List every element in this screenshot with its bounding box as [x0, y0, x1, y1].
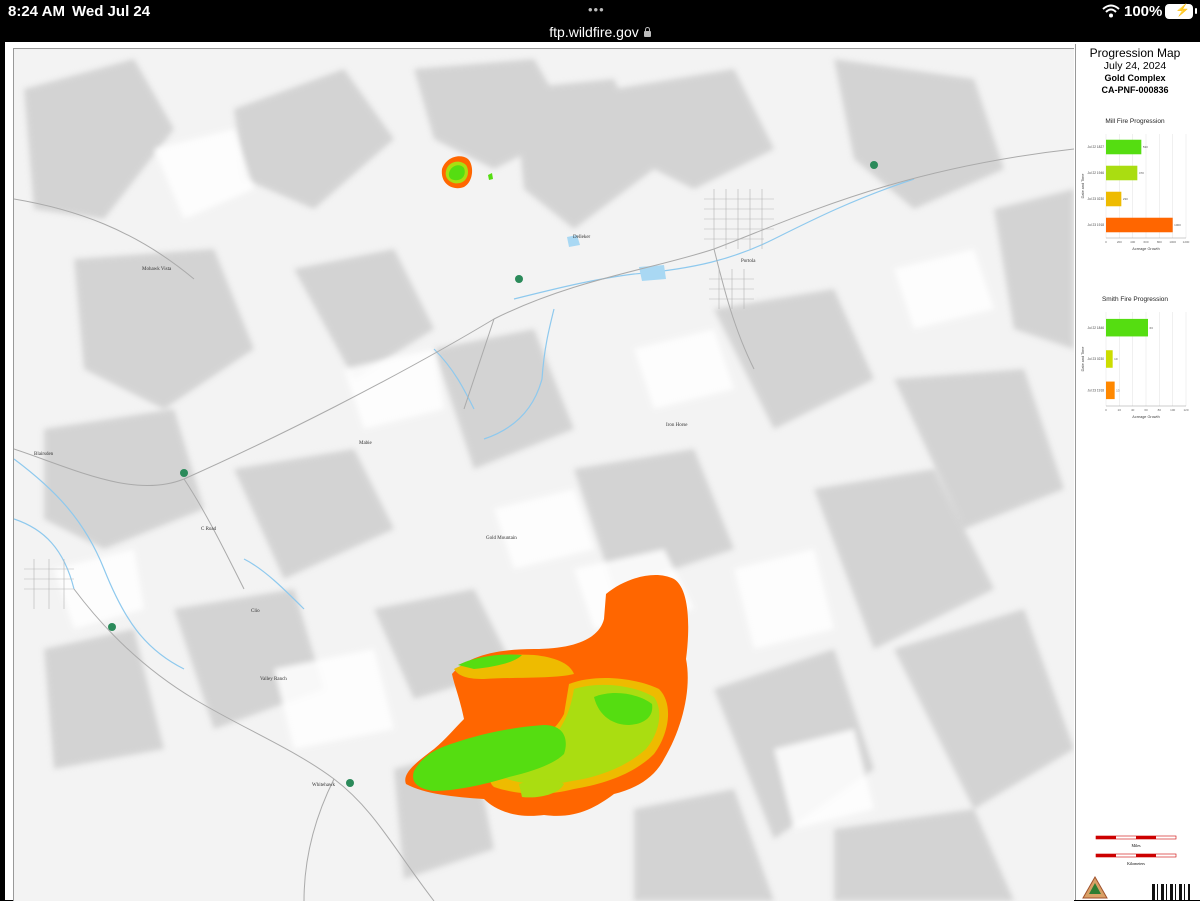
bar [1106, 318, 1148, 337]
category-label: Jul 22 1827 [1088, 145, 1105, 149]
place-label: Whitehawk [312, 783, 336, 788]
value-label: 1000 [1174, 223, 1181, 227]
qr-code-icon [1152, 884, 1190, 900]
url-text[interactable]: ftp.wildfire.gov [549, 24, 638, 40]
place-label: Portola [741, 259, 756, 264]
tick-label: 20 [1118, 408, 1122, 412]
tick-label: 40 [1131, 408, 1135, 412]
lakes [567, 235, 666, 281]
agency-logo-icon [1082, 876, 1108, 899]
smith-fire-chart: Jul 22 1846 63 Jul 23 0230 10 Jul 23 1918 13 0… [1081, 312, 1189, 419]
value-label: 470 [1139, 171, 1144, 175]
value-label: 230 [1123, 197, 1128, 201]
legend-incident-id: CA-PNF-000836 [1101, 85, 1169, 95]
bar [1106, 381, 1115, 400]
scale-miles-label: Miles [1131, 843, 1141, 848]
x-axis-label: Acreage Growth [1132, 415, 1159, 419]
tick-label: 120 [1183, 408, 1188, 412]
category-label: Jul 22 1846 [1088, 326, 1105, 330]
place-label: Mabie [359, 441, 372, 446]
battery-icon: ⚡ [1165, 3, 1197, 19]
legend-date: July 24, 2024 [1103, 60, 1167, 72]
category-label: Jul 23 0230 [1088, 197, 1105, 201]
tick-label: 1200 [1183, 240, 1190, 244]
place-label: C Road [201, 527, 217, 532]
category-label: Jul 23 1918 [1088, 223, 1105, 227]
tick-label: 100 [1170, 408, 1175, 412]
legend-panel: Progression Map July 24, 2024 Gold Compl… [1075, 44, 1194, 900]
place-label: Clio [251, 609, 260, 614]
place-label: Gold Mountain [486, 536, 517, 541]
scale-km-label: Kilometers [1127, 861, 1145, 866]
bar [1106, 350, 1113, 368]
bar [1106, 165, 1138, 181]
value-label: 10 [1114, 357, 1118, 361]
status-date: Wed Jul 24 [72, 3, 151, 20]
status-bar: 8:24 AM Wed Jul 24 ••• 100% ⚡ [0, 0, 1200, 24]
place-label: Delleker [573, 235, 591, 240]
status-time: 8:24 AM [8, 3, 65, 20]
tick-label: 0 [1105, 240, 1107, 244]
map-frame[interactable]: Delleker Portola Iron Horse Mabie Gold M… [13, 48, 1074, 901]
tick-label: 80 [1158, 408, 1162, 412]
mill-fire-chart: Jul 22 1827 530 Jul 22 1946 470 Jul 23 0230 2… [1081, 134, 1190, 251]
value-label: 13 [1116, 389, 1120, 393]
place-label: Iron Horse [666, 423, 688, 428]
tick-label: 0 [1105, 408, 1107, 412]
x-axis-label: Acreage Growth [1132, 247, 1159, 251]
url-bar[interactable]: ftp.wildfire.gov [0, 24, 1200, 42]
place-label: Blairsden [34, 452, 54, 457]
bar [1106, 217, 1173, 233]
tick-label: 400 [1130, 240, 1135, 244]
category-label: Jul 23 0230 [1088, 357, 1105, 361]
y-axis-label: Date and Time [1081, 347, 1085, 372]
tick-label: 60 [1144, 408, 1148, 412]
value-label: 63 [1150, 326, 1154, 330]
y-axis-label: Date and Time [1081, 174, 1085, 199]
mill-chart-title: Mill Fire Progression [1105, 118, 1165, 125]
category-label: Jul 23 1918 [1088, 389, 1105, 393]
scale-bar: Miles Kilometers [1095, 835, 1177, 866]
legend-title: Progression Map [1089, 46, 1181, 60]
wifi-icon [1102, 4, 1120, 18]
terrain-map [14, 59, 1074, 901]
tick-label: 800 [1157, 240, 1162, 244]
place-label: Valley Ranch [260, 677, 287, 682]
battery-percent: 100% [1124, 3, 1163, 20]
tick-label: 200 [1117, 240, 1122, 244]
place-label: Mohawk Vista [142, 267, 172, 272]
bar [1106, 139, 1142, 155]
lock-icon [643, 27, 651, 37]
legend-complex: Gold Complex [1104, 73, 1166, 83]
smith-chart-title: Smith Fire Progression [1101, 296, 1169, 303]
bar [1106, 191, 1122, 207]
tick-label: 600 [1143, 240, 1148, 244]
value-label: 530 [1143, 145, 1148, 149]
tick-label: 1000 [1169, 240, 1176, 244]
category-label: Jul 22 1946 [1088, 171, 1105, 175]
tab-dots-icon[interactable]: ••• [588, 2, 605, 17]
